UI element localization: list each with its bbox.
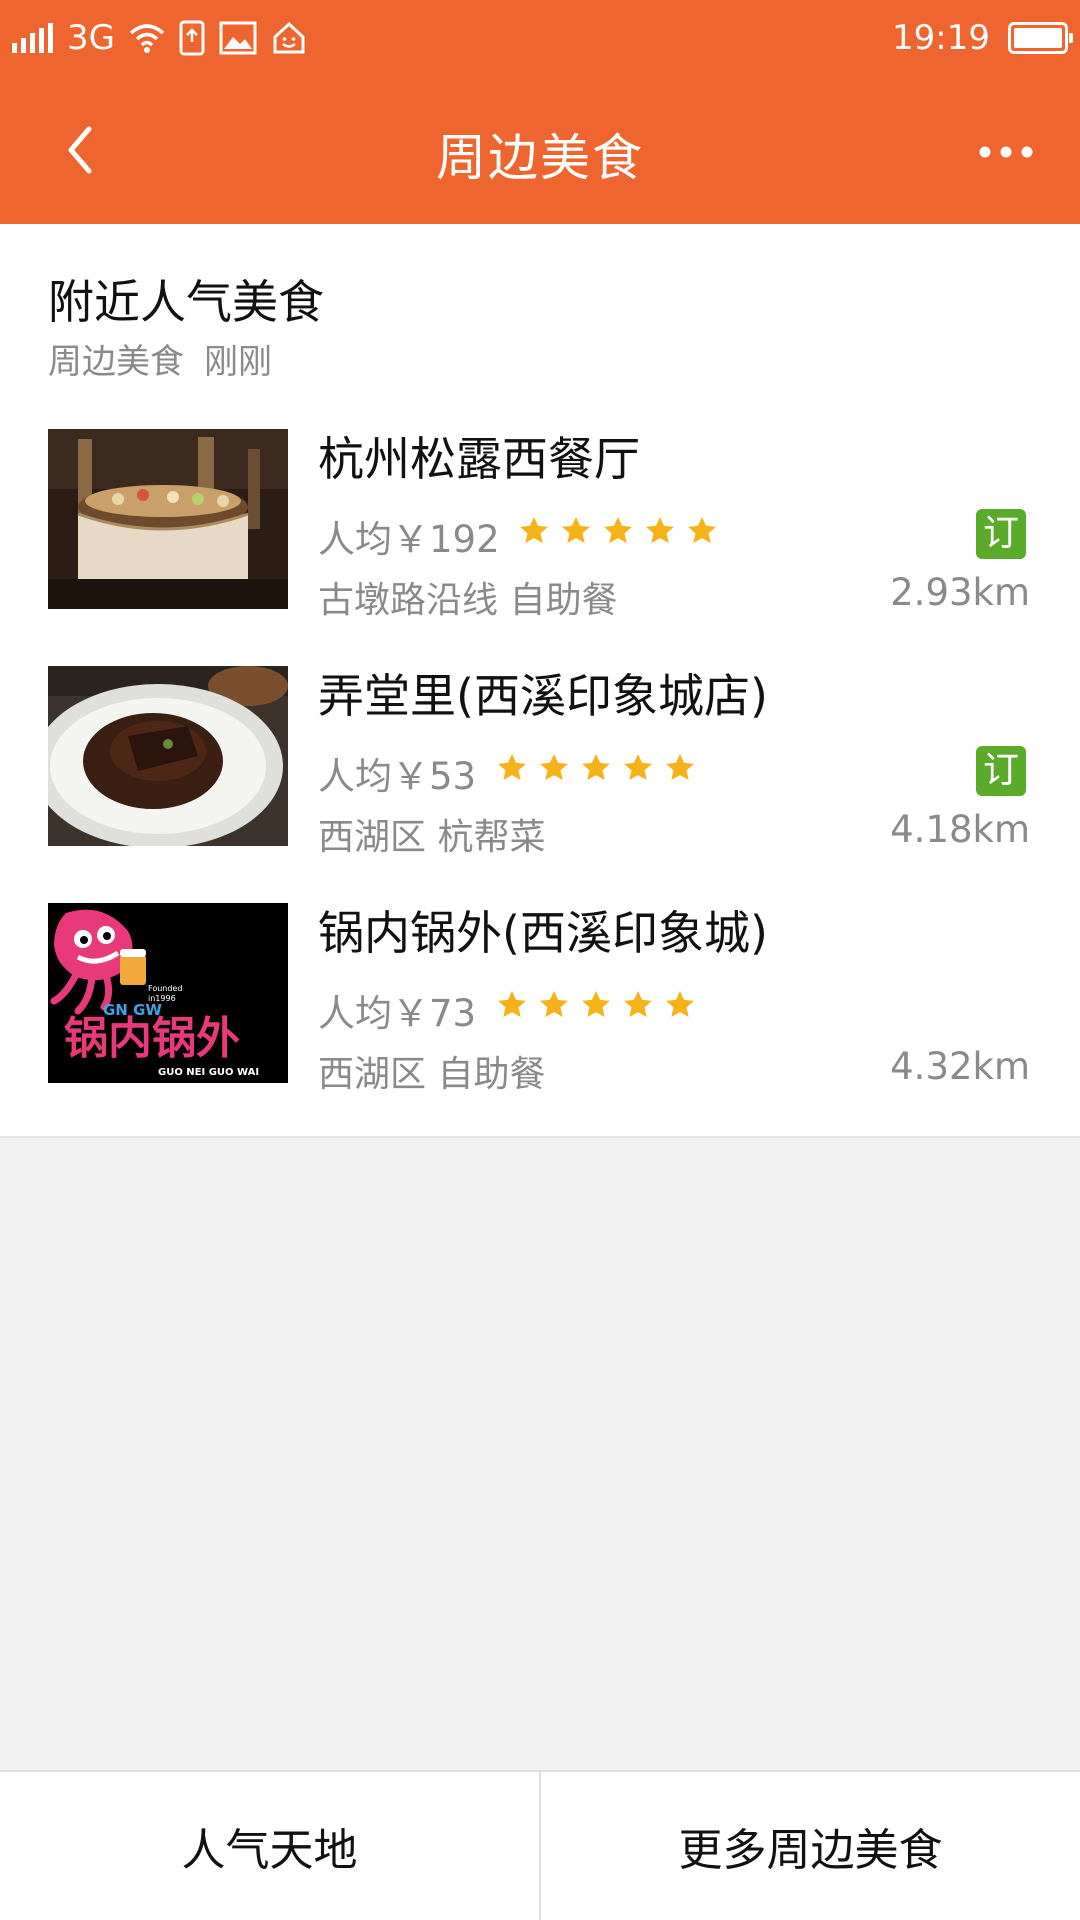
restaurant-item[interactable]: 杭州松露西餐厅 人均￥192 订 古墩路沿线 自助餐 2.93km xyxy=(0,429,1080,621)
restaurant-photo xyxy=(48,666,288,846)
star-icon xyxy=(666,754,694,780)
star-icon xyxy=(540,754,568,780)
restaurant-name: 杭州松露西餐厅 xyxy=(318,432,640,486)
restaurant-item[interactable]: 弄堂里(西溪印象城店) 人均￥53 订 西湖区 杭帮菜 4.18km xyxy=(0,666,1080,858)
restaurant-tags: 古墩路沿线 自助餐 xyxy=(318,580,618,621)
status-left: 3G xyxy=(12,18,307,58)
status-right: 19:19 xyxy=(892,18,1073,58)
star-icon xyxy=(540,991,568,1017)
restaurant-tags: 西湖区 自助餐 xyxy=(318,1054,546,1095)
star-icon xyxy=(520,517,548,543)
star-icon xyxy=(582,991,610,1017)
restaurant-price: 人均￥73 xyxy=(318,992,477,1035)
more-button[interactable] xyxy=(976,132,1036,172)
star-icon xyxy=(624,991,652,1017)
rating-stars xyxy=(496,989,696,1021)
star-icon xyxy=(498,991,526,1017)
star-icon xyxy=(624,754,652,780)
more-nearby-food-button[interactable]: 更多周边美食 xyxy=(539,1772,1080,1920)
logo-main-text: 锅内锅外 xyxy=(64,1013,240,1064)
section-subtitle: 周边美食 刚刚 xyxy=(48,334,272,383)
section-title: 附近人气美食 xyxy=(48,275,324,329)
star-icon xyxy=(688,517,716,543)
bottom-bar: 人气天地 更多周边美食 xyxy=(0,1770,1080,1920)
order-badge[interactable]: 订 xyxy=(976,509,1026,559)
network-type: 3G xyxy=(67,18,115,58)
star-icon xyxy=(666,991,694,1017)
star-icon xyxy=(646,517,674,543)
logo-founded-text: Founded xyxy=(148,984,182,993)
phone-upload-icon xyxy=(179,20,205,56)
signal-icon xyxy=(12,23,53,53)
star-icon xyxy=(498,754,526,780)
restaurant-photo: Founded in1996 GN GW 锅内锅外 GUO NEI GUO WA… xyxy=(48,903,288,1083)
status-bar: 3G 19:19 xyxy=(0,0,1080,76)
popular-world-button[interactable]: 人气天地 xyxy=(0,1772,539,1920)
image-icon xyxy=(219,21,257,55)
section-time: 刚刚 xyxy=(204,342,272,382)
more-dots-icon xyxy=(979,146,1033,158)
restaurant-name: 弄堂里(西溪印象城店) xyxy=(318,669,768,723)
star-icon xyxy=(582,754,610,780)
restaurant-photo xyxy=(48,429,288,609)
restaurant-tags: 西湖区 杭帮菜 xyxy=(318,817,546,858)
restaurant-price: 人均￥53 xyxy=(318,755,477,798)
battery-icon xyxy=(1008,22,1073,54)
star-icon xyxy=(562,517,590,543)
section-source: 周边美食 xyxy=(48,342,184,382)
wifi-icon xyxy=(129,24,165,53)
rating-stars xyxy=(518,515,718,547)
top-nav-bar: 周边美食 xyxy=(0,76,1080,224)
star-icon xyxy=(604,517,632,543)
restaurant-distance: 4.32km xyxy=(890,1045,1030,1088)
home-icon xyxy=(273,21,305,54)
logo-roman-text: GUO NEI GUO WAI xyxy=(158,1067,259,1078)
order-badge[interactable]: 订 xyxy=(976,746,1026,796)
restaurant-distance: 2.93km xyxy=(890,571,1030,614)
restaurant-distance: 4.18km xyxy=(890,808,1030,851)
restaurant-name: 锅内锅外(西溪印象城) xyxy=(318,906,768,960)
restaurant-item[interactable]: Founded in1996 GN GW 锅内锅外 GUO NEI GUO WA… xyxy=(0,903,1080,1095)
clock: 19:19 xyxy=(892,18,990,58)
restaurant-price: 人均￥192 xyxy=(318,518,500,561)
nearby-food-card: 附近人气美食 周边美食 刚刚 杭州松露西餐厅 人均￥192 订 古墩路沿线 自助… xyxy=(0,224,1080,1138)
rating-stars xyxy=(496,752,696,784)
page-title: 周边美食 xyxy=(436,129,644,187)
